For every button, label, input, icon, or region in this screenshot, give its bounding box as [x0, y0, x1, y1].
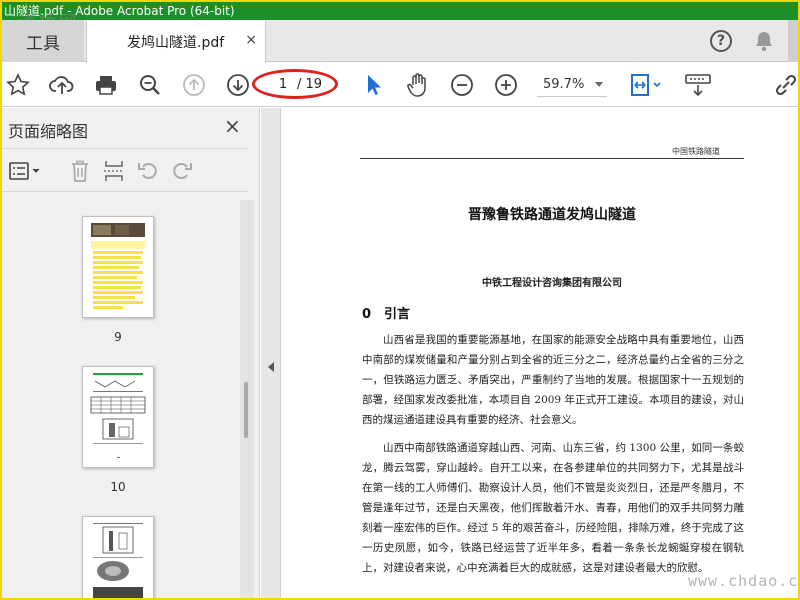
panel-close-icon[interactable]: × — [224, 114, 241, 138]
next-page-icon[interactable] — [224, 71, 252, 99]
thumbnail-scrollbar[interactable] — [240, 200, 254, 598]
tab-close-icon[interactable]: × — [245, 32, 257, 48]
rotate-clockwise-icon[interactable] — [168, 157, 196, 185]
select-cursor-icon[interactable] — [360, 71, 388, 99]
header-rule — [360, 158, 744, 159]
running-header: 中国铁路隧道 — [672, 147, 720, 156]
page-total-label: / 19 — [297, 77, 323, 92]
panel-collapse-strip[interactable] — [261, 108, 281, 598]
tab-row: 工具 发鸠山隧道.pdf × ? — [2, 20, 798, 63]
thumbnail-label: 9 — [114, 330, 122, 344]
window-scrollbar[interactable] — [788, 20, 798, 62]
thumbnail-page-11[interactable] — [82, 516, 154, 598]
document-view[interactable]: 中国铁路隧道 晋豫鲁铁路通道发鸠山隧道 中铁工程设计咨询集团有限公司 0 引言 … — [282, 108, 798, 598]
print-icon[interactable] — [92, 71, 120, 99]
page-thumbnails-panel: 页面缩略图 × 9 10 — [2, 108, 260, 598]
paragraph-2: 山西中南部铁路通道穿越山西、河南、山东三省，约 1300 公里，如同一条蛟龙，腾… — [362, 442, 744, 574]
star-icon[interactable] — [4, 71, 32, 99]
bell-icon[interactable] — [754, 30, 774, 56]
document-organization: 中铁工程设计咨询集团有限公司 — [482, 278, 622, 289]
thumbnail-page-10[interactable] — [82, 366, 154, 468]
tab-document-label: 发鸠山隧道.pdf — [127, 34, 225, 51]
watermark-url: www.chdao.com — [688, 572, 798, 590]
page-number-field: 1 / 19 — [252, 69, 338, 99]
scrollbar-thumb[interactable] — [244, 382, 248, 438]
thumbnail-toolbar — [2, 148, 248, 192]
zoom-level-select[interactable]: 59.7% — [537, 73, 607, 97]
tab-tools-label: 工具 — [26, 33, 60, 54]
thumbnail-page-9[interactable] — [82, 216, 154, 318]
window-title-bar: 山隧道.pdf - Adobe Acrobat Pro (64-bit) — [2, 2, 798, 20]
zoom-level-value: 59.7% — [543, 77, 585, 92]
panel-title: 页面缩略图 — [8, 122, 89, 141]
link-icon[interactable] — [772, 71, 798, 99]
keyboard-scroll-icon[interactable] — [682, 71, 714, 99]
previous-page-icon[interactable] — [180, 71, 208, 99]
thumbnail-label: 10 — [110, 480, 126, 494]
section-heading: 0 引言 — [362, 307, 411, 322]
zoom-in-icon[interactable] — [492, 71, 520, 99]
fit-page-icon[interactable] — [628, 71, 664, 99]
hand-tool-icon[interactable] — [404, 71, 432, 99]
trash-icon[interactable] — [66, 157, 94, 185]
zoom-out-search-icon[interactable] — [136, 71, 164, 99]
insert-page-icon[interactable] — [100, 157, 128, 185]
paragraph-1: 山西省是我国的重要能源基地，在国家的能源安全战略中具有重要地位，山西中南部的煤炭… — [362, 334, 744, 426]
cloud-upload-icon[interactable] — [48, 71, 76, 99]
chevron-down-icon — [595, 82, 603, 87]
collapse-arrow-icon[interactable] — [268, 362, 274, 372]
main-toolbar: 1 / 19 59.7% — [2, 63, 798, 107]
tab-document[interactable]: 发鸠山隧道.pdf × — [86, 20, 266, 63]
thumbnail-list: 9 10 — [2, 200, 240, 598]
zoom-out-icon[interactable] — [448, 71, 476, 99]
page-number-input[interactable]: 1 — [273, 77, 293, 93]
rotate-counterclockwise-icon[interactable] — [134, 157, 162, 185]
options-menu-icon[interactable] — [8, 157, 42, 185]
tab-tools[interactable]: 工具 — [2, 20, 84, 62]
acrobat-window: 山隧道.pdf - Adobe Acrobat Pro (64-bit) 道桥网… — [2, 2, 798, 598]
document-title: 晋豫鲁铁路通道发鸠山隧道 — [468, 207, 636, 223]
help-icon[interactable]: ? — [710, 30, 732, 52]
